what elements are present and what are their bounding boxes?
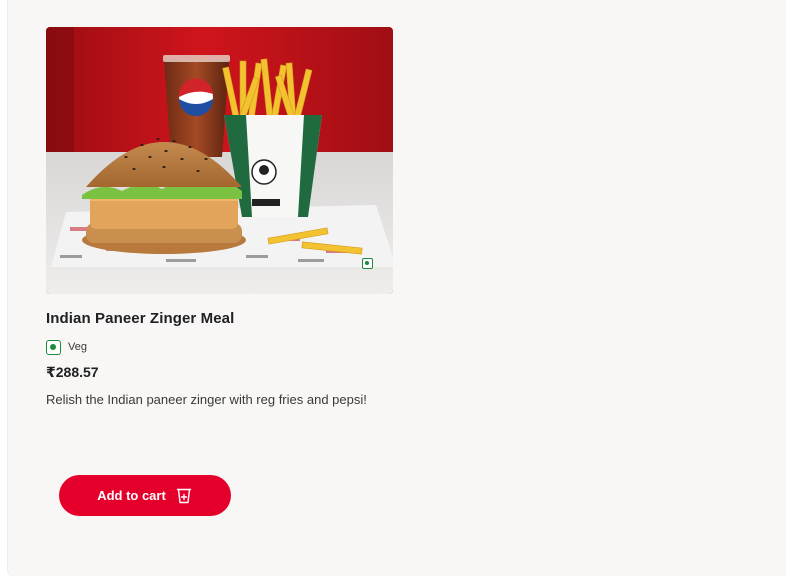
diet-indicator: Veg: [46, 339, 87, 355]
product-image[interactable]: [46, 27, 393, 294]
add-to-cart-button[interactable]: Add to cart: [59, 475, 231, 516]
veg-icon: [46, 339, 61, 355]
product-description: Relish the Indian paneer zinger with reg…: [46, 392, 367, 407]
cart-plus-icon: [176, 488, 192, 503]
add-to-cart-label: Add to cart: [97, 488, 166, 503]
product-title: Indian Paneer Zinger Meal: [46, 310, 235, 327]
product-card: Indian Paneer Zinger Meal Veg ₹288.57 Re…: [7, 0, 786, 576]
product-price: ₹288.57: [46, 364, 99, 380]
veg-indicator-icon: [362, 258, 373, 269]
diet-label: Veg: [68, 341, 87, 353]
